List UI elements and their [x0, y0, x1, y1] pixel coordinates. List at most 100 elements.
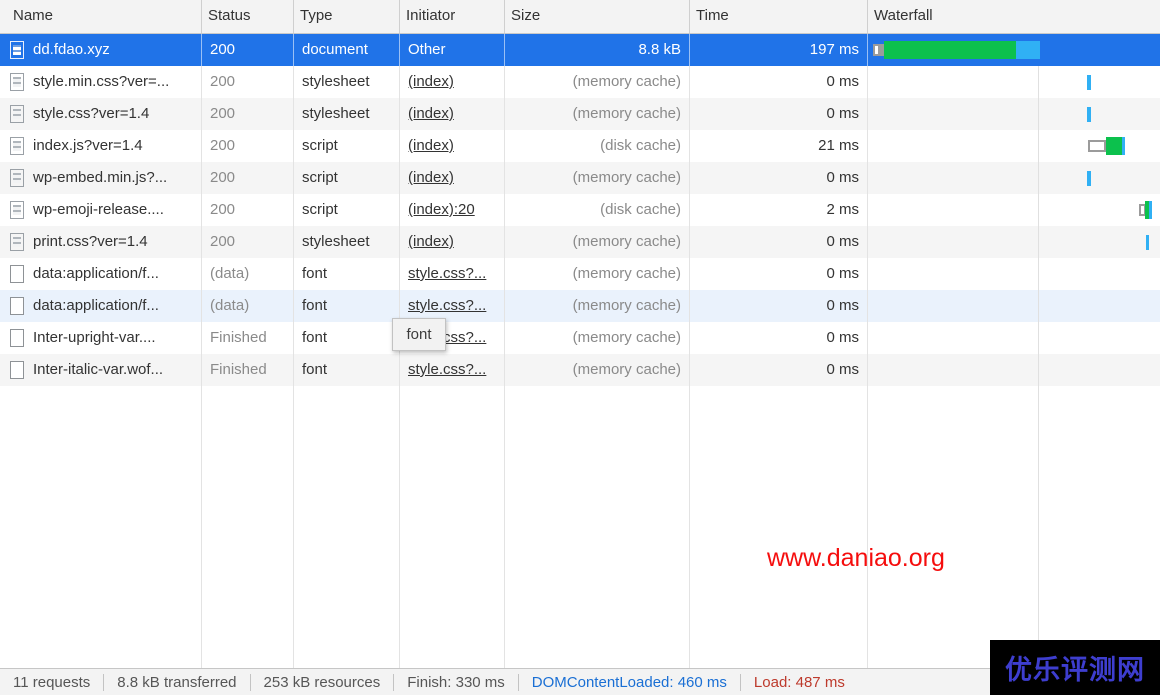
request-size: (memory cache)	[505, 162, 690, 194]
request-status: 200	[202, 98, 294, 130]
request-status: 200	[202, 226, 294, 258]
column-header-waterfall[interactable]: Waterfall	[868, 0, 1160, 33]
request-name: index.js?ver=1.4	[33, 137, 143, 154]
summary-requests-count: 11 requests	[0, 673, 105, 691]
initiator-link[interactable]: (index)	[408, 73, 454, 90]
request-row[interactable]: data:application/f... (data) font style.css…	[0, 258, 1160, 290]
request-time: 0 ms	[690, 162, 868, 194]
request-status: Finished	[202, 354, 294, 386]
column-header-size[interactable]: Size	[505, 0, 690, 33]
file-icon	[10, 361, 24, 379]
request-name-cell[interactable]: Inter-italic-var.wof...	[0, 354, 202, 386]
request-name-cell[interactable]: dd.fdao.xyz	[0, 34, 202, 66]
request-name-cell[interactable]: style.css?ver=1.4	[0, 98, 202, 130]
initiator-link[interactable]: style.css?...	[408, 361, 486, 378]
initiator-link[interactable]: style.css?...	[408, 265, 486, 282]
initiator-link[interactable]: (index)	[408, 233, 454, 250]
request-size: (memory cache)	[505, 226, 690, 258]
empty-column	[294, 386, 400, 668]
request-row[interactable]: dd.fdao.xyz 200 document Other 8.8 kB 197 ms	[0, 34, 1160, 66]
request-type: script	[294, 194, 400, 226]
summary-domcontentloaded-time: DOMContentLoaded: 460 ms	[519, 673, 741, 691]
request-time: 0 ms	[690, 66, 868, 98]
request-name-cell[interactable]: data:application/f...	[0, 258, 202, 290]
request-row[interactable]: print.css?ver=1.4 200 stylesheet (index) (me…	[0, 226, 1160, 258]
initiator-link[interactable]: (index)	[408, 105, 454, 122]
empty-column	[690, 386, 868, 668]
request-name: data:application/f...	[33, 297, 159, 314]
request-name: wp-embed.min.js?...	[33, 169, 168, 186]
waterfall-cell	[868, 162, 1160, 194]
column-header-name[interactable]: Name	[0, 0, 202, 33]
request-type: font	[294, 258, 400, 290]
request-initiator-cell: (index):20	[400, 194, 505, 226]
request-name-cell[interactable]: style.min.css?ver=...	[0, 66, 202, 98]
column-header-initiator[interactable]: Initiator	[400, 0, 505, 33]
initiator-link[interactable]: (index)	[408, 137, 454, 154]
request-type: script	[294, 130, 400, 162]
document-icon	[10, 73, 24, 91]
summary-resources-size: 253 kB resources	[251, 673, 395, 691]
request-time: 0 ms	[690, 290, 868, 322]
request-time: 0 ms	[690, 226, 868, 258]
request-row[interactable]: Inter-upright-var.... Finished font style.c…	[0, 322, 1160, 354]
empty-column	[0, 386, 202, 668]
request-name-cell[interactable]: print.css?ver=1.4	[0, 226, 202, 258]
request-size: (disk cache)	[505, 130, 690, 162]
request-status: (data)	[202, 258, 294, 290]
request-name: Inter-italic-var.wof...	[33, 361, 164, 378]
request-size: (memory cache)	[505, 66, 690, 98]
request-type: stylesheet	[294, 98, 400, 130]
request-initiator-cell: style.css?...	[400, 354, 505, 386]
request-size: (memory cache)	[505, 258, 690, 290]
waterfall-bar-recv	[1149, 201, 1152, 219]
request-name-cell[interactable]: data:application/f...	[0, 290, 202, 322]
table-empty-area	[0, 386, 1160, 668]
document-icon	[10, 41, 24, 59]
file-icon	[10, 265, 24, 283]
request-size: (memory cache)	[505, 98, 690, 130]
watermark-badge-text: 优乐评测网	[1005, 655, 1145, 685]
request-size: (memory cache)	[505, 290, 690, 322]
column-header-type[interactable]: Type	[294, 0, 400, 33]
request-name-cell[interactable]: wp-emoji-release....	[0, 194, 202, 226]
request-type: script	[294, 162, 400, 194]
request-status: 200	[202, 194, 294, 226]
request-time: 0 ms	[690, 258, 868, 290]
column-header-time[interactable]: Time	[690, 0, 868, 33]
request-initiator-cell: (index)	[400, 162, 505, 194]
request-type: stylesheet	[294, 66, 400, 98]
waterfall-bar-queue	[1088, 140, 1106, 152]
request-type: stylesheet	[294, 226, 400, 258]
request-row[interactable]: index.js?ver=1.4 200 script (index) (disk ca…	[0, 130, 1160, 162]
waterfall-cell	[868, 130, 1160, 162]
column-header-status[interactable]: Status	[202, 0, 294, 33]
request-row[interactable]: Inter-italic-var.wof... Finished font style…	[0, 354, 1160, 386]
summary-finish-time: Finish: 330 ms	[394, 673, 519, 691]
request-initiator-cell: (index)	[400, 98, 505, 130]
request-initiator-cell: Other	[400, 34, 505, 66]
network-table-header: Name Status Type Initiator Size Time Waterfall	[0, 0, 1160, 34]
waterfall-bar-recv	[1016, 41, 1040, 59]
request-name-cell[interactable]: wp-embed.min.js?...	[0, 162, 202, 194]
initiator-link[interactable]: (index):20	[408, 201, 475, 218]
request-row[interactable]: style.min.css?ver=... 200 stylesheet (index…	[0, 66, 1160, 98]
initiator-link[interactable]: (index)	[408, 169, 454, 186]
request-row[interactable]: wp-emoji-release.... 200 script (index):20 (…	[0, 194, 1160, 226]
request-time: 0 ms	[690, 354, 868, 386]
summary-transferred-size: 8.8 kB transferred	[104, 673, 251, 691]
request-name-cell[interactable]: Inter-upright-var....	[0, 322, 202, 354]
waterfall-cell	[868, 226, 1160, 258]
request-row[interactable]: style.css?ver=1.4 200 stylesheet (index) (me…	[0, 98, 1160, 130]
request-name-cell[interactable]: index.js?ver=1.4	[0, 130, 202, 162]
file-icon	[10, 329, 24, 347]
request-size: (memory cache)	[505, 354, 690, 386]
request-size: (memory cache)	[505, 322, 690, 354]
request-row[interactable]: wp-embed.min.js?... 200 script (index) (memo…	[0, 162, 1160, 194]
network-panel: Name Status Type Initiator Size Time Waterfall…	[0, 0, 1160, 695]
request-status: 200	[202, 162, 294, 194]
initiator-link[interactable]: style.css?...	[408, 297, 486, 314]
request-initiator-cell: style.css?...	[400, 258, 505, 290]
request-type: font	[294, 290, 400, 322]
request-row[interactable]: data:application/f... (data) font style.css…	[0, 290, 1160, 322]
